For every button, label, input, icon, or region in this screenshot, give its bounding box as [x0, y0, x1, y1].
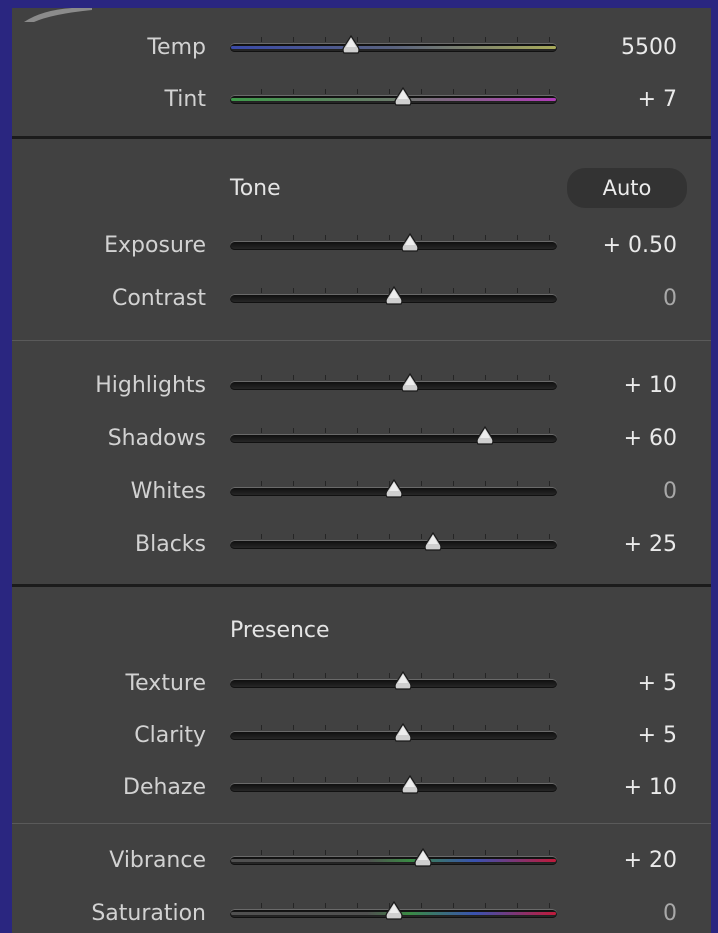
tint-value[interactable]: + 7	[638, 80, 677, 120]
shadows-value[interactable]: + 60	[624, 419, 677, 459]
texture-slider-thumb[interactable]	[393, 670, 413, 693]
slider-ticks	[230, 375, 557, 380]
saturation-slider-thumb[interactable]	[384, 900, 404, 923]
slider-row-highlights: Highlights + 10	[12, 366, 711, 406]
auto-button[interactable]: Auto	[567, 168, 687, 208]
blacks-value[interactable]: + 25	[624, 525, 677, 565]
section-divider	[12, 584, 711, 587]
slider-row-clarity: Clarity + 5	[12, 716, 711, 756]
exposure-slider-thumb[interactable]	[400, 232, 420, 255]
slider-row-vibrance: Vibrance + 20	[12, 841, 711, 881]
clarity-value[interactable]: + 5	[638, 716, 677, 756]
slider-ticks	[230, 428, 557, 433]
presence-title: Presence	[230, 618, 330, 643]
dehaze-slider-thumb[interactable]	[400, 774, 420, 797]
group-divider	[12, 823, 711, 824]
basic-panel: Temp 5500 Tint + 7 Tone Auto Exposure + 0.50…	[12, 8, 711, 933]
slider-row-whites: Whites 0	[12, 472, 711, 512]
highlights-slider-thumb[interactable]	[400, 372, 420, 395]
slider-row-blacks: Blacks + 25	[12, 525, 711, 565]
vibrance-value[interactable]: + 20	[624, 841, 677, 881]
vibrance-slider[interactable]	[230, 856, 557, 865]
tint-slider-thumb[interactable]	[393, 86, 413, 109]
slider-ticks	[230, 850, 557, 855]
saturation-label: Saturation	[91, 901, 206, 926]
shadows-slider-thumb[interactable]	[475, 425, 495, 448]
clarity-slider-thumb[interactable]	[393, 722, 413, 745]
slider-row-dehaze: Dehaze + 10	[12, 768, 711, 808]
texture-value[interactable]: + 5	[638, 664, 677, 704]
slider-row-temp: Temp 5500	[12, 28, 711, 68]
whites-label: Whites	[130, 479, 206, 504]
slider-gradient	[231, 46, 556, 49]
tint-label: Tint	[164, 87, 206, 112]
blacks-slider-thumb[interactable]	[423, 531, 443, 554]
temp-slider[interactable]	[230, 43, 557, 52]
blacks-label: Blacks	[135, 532, 206, 557]
temp-value[interactable]: 5500	[621, 28, 677, 68]
slider-row-saturation: Saturation 0	[12, 894, 711, 933]
blacks-slider[interactable]	[230, 540, 557, 549]
highlights-slider[interactable]	[230, 381, 557, 390]
exposure-label: Exposure	[104, 233, 206, 258]
contrast-value[interactable]: 0	[663, 279, 677, 319]
texture-label: Texture	[125, 671, 206, 696]
tone-title: Tone	[230, 176, 281, 201]
slider-row-contrast: Contrast 0	[12, 279, 711, 319]
vibrance-label: Vibrance	[109, 848, 206, 873]
whites-slider-thumb[interactable]	[384, 478, 404, 501]
shadows-slider[interactable]	[230, 434, 557, 443]
slider-gradient	[231, 859, 556, 862]
exposure-slider[interactable]	[230, 241, 557, 250]
clarity-label: Clarity	[134, 723, 206, 748]
slider-ticks	[230, 37, 557, 42]
slider-row-texture: Texture + 5	[12, 664, 711, 704]
saturation-value[interactable]: 0	[663, 894, 677, 933]
dehaze-label: Dehaze	[123, 775, 206, 800]
dehaze-slider[interactable]	[230, 783, 557, 792]
vibrance-slider-thumb[interactable]	[413, 847, 433, 870]
temp-label: Temp	[147, 35, 206, 60]
highlights-label: Highlights	[95, 373, 206, 398]
slider-row-exposure: Exposure + 0.50	[12, 226, 711, 266]
whites-value[interactable]: 0	[663, 472, 677, 512]
slider-ticks	[230, 534, 557, 539]
shadows-label: Shadows	[107, 426, 206, 451]
dehaze-value[interactable]: + 10	[624, 768, 677, 808]
slider-row-tint: Tint + 7	[12, 80, 711, 120]
contrast-label: Contrast	[111, 286, 206, 311]
section-divider	[12, 136, 711, 139]
exposure-value[interactable]: + 0.50	[603, 226, 677, 266]
slider-ticks	[230, 777, 557, 782]
group-divider	[12, 340, 711, 341]
contrast-slider-thumb[interactable]	[384, 285, 404, 308]
slider-ticks	[230, 235, 557, 240]
highlights-value[interactable]: + 10	[624, 366, 677, 406]
temp-slider-thumb[interactable]	[341, 34, 361, 57]
slider-row-shadows: Shadows + 60	[12, 419, 711, 459]
white-balance-section: Temp 5500 Tint + 7	[12, 8, 711, 136]
